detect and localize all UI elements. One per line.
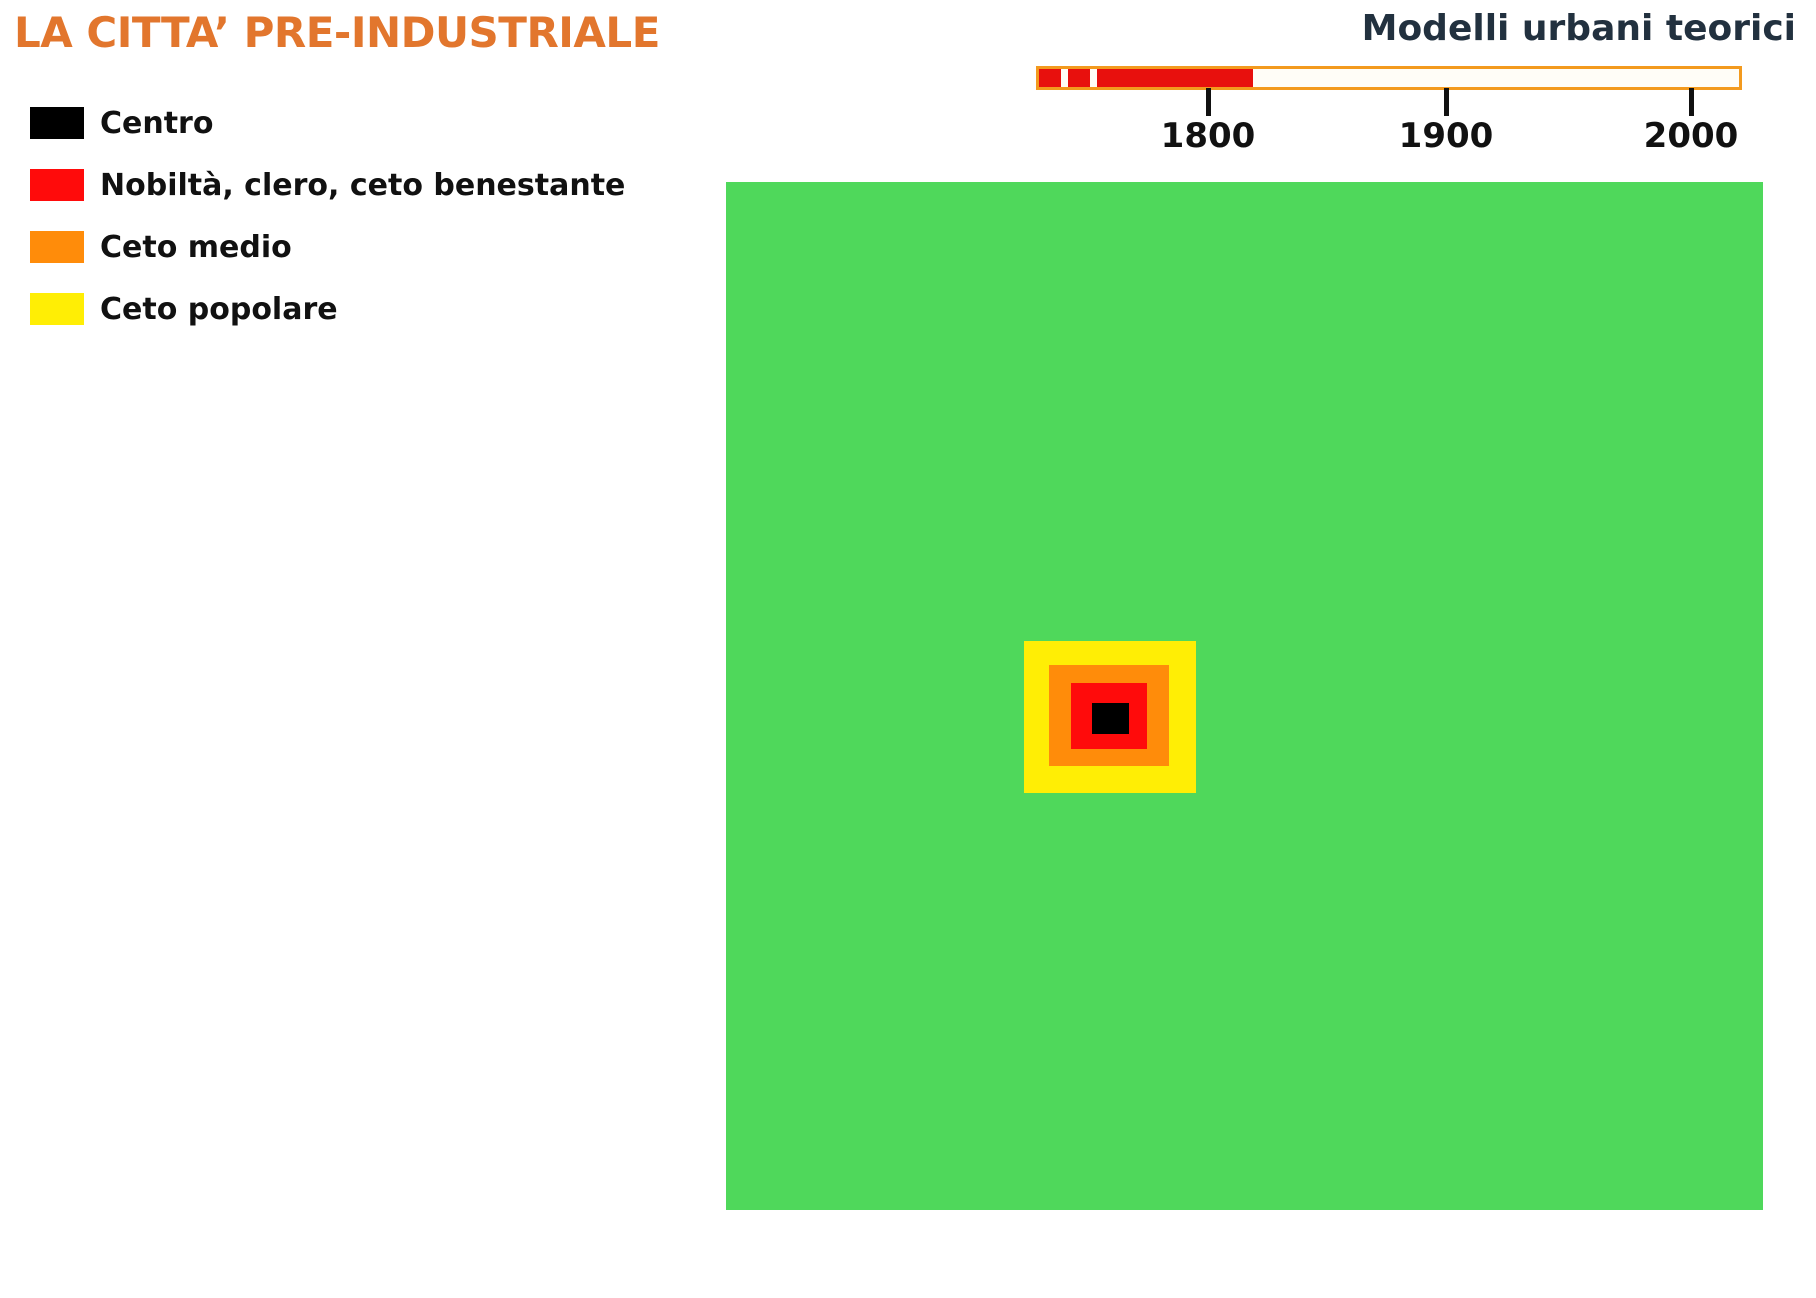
page-title: LA CITTA’ PRE-INDUSTRIALE bbox=[14, 8, 660, 57]
legend-item-nobilta: Nobiltà, clero, ceto benestante bbox=[30, 154, 625, 216]
timeline-label-2000: 2000 bbox=[1643, 116, 1739, 156]
legend-swatch-ceto-popolare bbox=[30, 293, 84, 325]
timeline-segment-2 bbox=[1068, 69, 1090, 87]
timeline-segment-3 bbox=[1097, 69, 1253, 87]
timeline-bar bbox=[1036, 66, 1742, 90]
timeline-tick-1900 bbox=[1444, 88, 1449, 116]
timeline-label-1900: 1900 bbox=[1398, 116, 1494, 156]
timeline-label-1800: 1800 bbox=[1160, 116, 1256, 156]
legend-item-centro: Centro bbox=[30, 92, 625, 154]
legend-item-ceto-medio: Ceto medio bbox=[30, 216, 625, 278]
legend-item-ceto-popolare: Ceto popolare bbox=[30, 278, 625, 340]
legend: Centro Nobiltà, clero, ceto benestante C… bbox=[30, 92, 625, 340]
legend-swatch-ceto-medio bbox=[30, 231, 84, 263]
zone-centro bbox=[1092, 703, 1129, 734]
timeline-tick-1800 bbox=[1206, 88, 1211, 116]
timeline-segment-1 bbox=[1039, 69, 1061, 87]
legend-label-ceto-medio: Ceto medio bbox=[100, 229, 292, 265]
city-map bbox=[726, 182, 1763, 1210]
timeline-tick-2000 bbox=[1689, 88, 1694, 116]
page-subtitle: Modelli urbani teorici bbox=[1361, 8, 1796, 49]
legend-label-ceto-popolare: Ceto popolare bbox=[100, 291, 338, 327]
legend-label-centro: Centro bbox=[100, 105, 214, 141]
legend-swatch-centro bbox=[30, 107, 84, 139]
legend-label-nobilta: Nobiltà, clero, ceto benestante bbox=[100, 167, 626, 203]
legend-swatch-nobilta bbox=[30, 169, 84, 201]
timeline: 1800 1900 2000 bbox=[1036, 66, 1742, 166]
